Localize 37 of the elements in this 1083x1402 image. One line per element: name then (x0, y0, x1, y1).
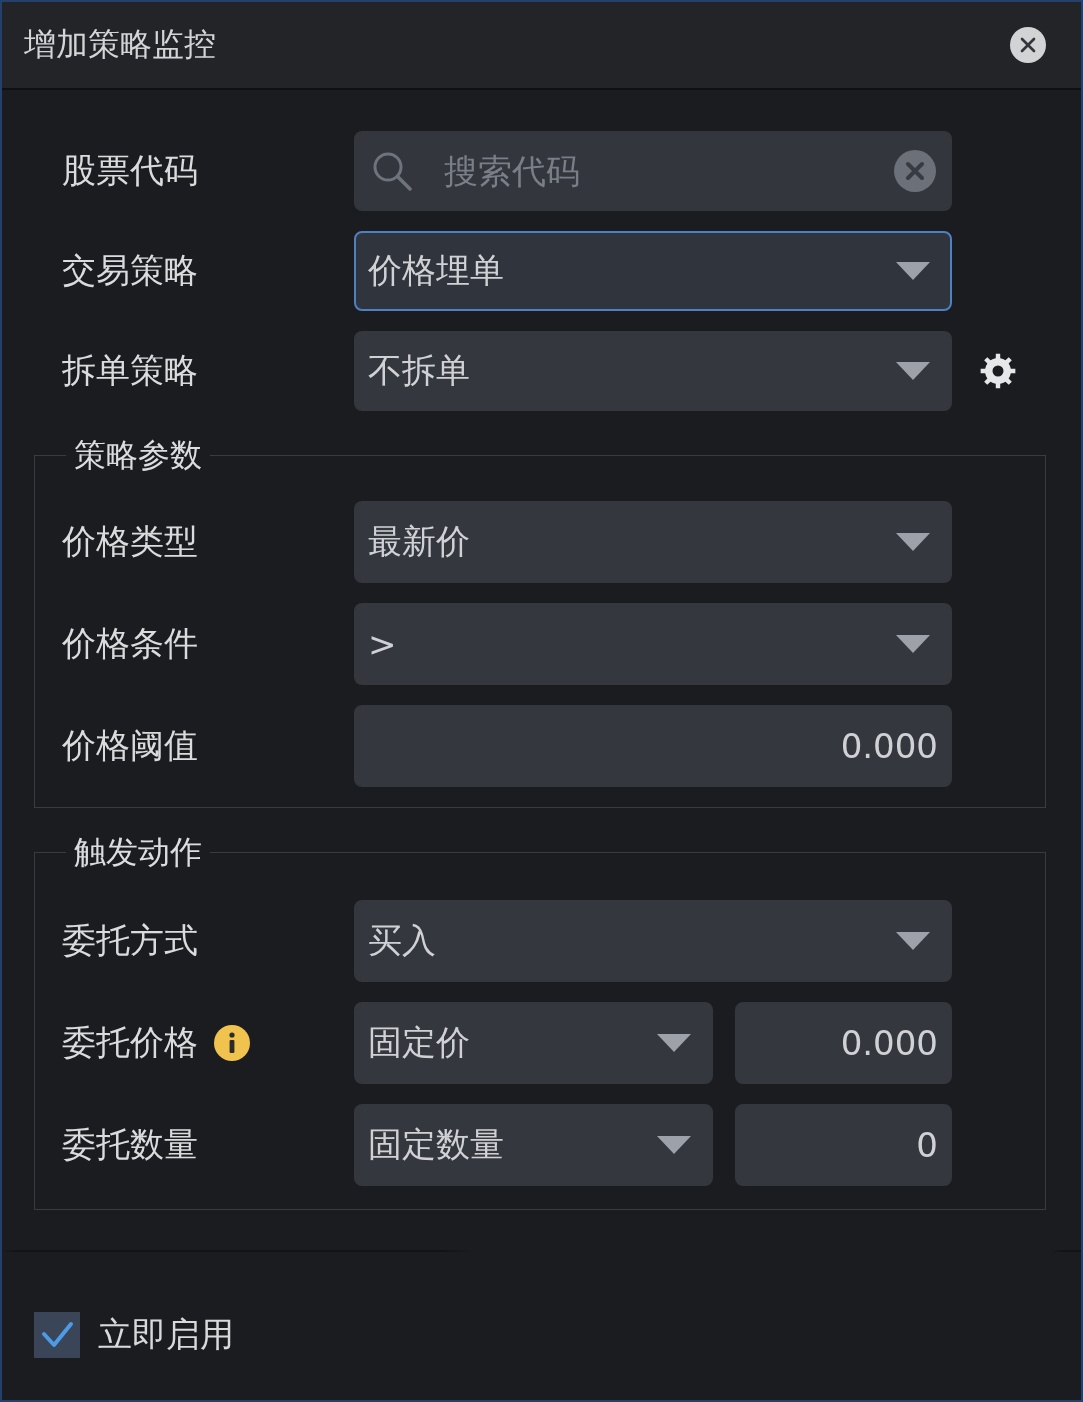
field-label: 价格类型 (62, 520, 198, 563)
dropdown[interactable]: 不拆单 (354, 331, 952, 411)
search-field[interactable]: 搜索代码 (354, 131, 952, 211)
caret-icon (896, 635, 930, 653)
dropdown[interactable]: > (354, 603, 952, 685)
close-icon[interactable] (1010, 27, 1046, 63)
field-label: 委托数量 (62, 1123, 198, 1166)
dropdown[interactable]: 固定价 (354, 1002, 713, 1084)
caret-icon (657, 1034, 691, 1052)
settings-icon[interactable] (980, 353, 1016, 389)
checkbox-label[interactable]: 立即启用 (98, 1312, 234, 1358)
number-field[interactable]: 0 (735, 1104, 952, 1186)
field-label: 委托方式 (62, 919, 198, 962)
window-title: 增加策略监控 (24, 24, 216, 65)
field-label: 股票代码 (62, 149, 198, 192)
field-label: 价格条件 (62, 622, 198, 665)
number-field[interactable]: 0.000 (354, 705, 952, 787)
group-title: 触发动作 (73, 832, 203, 872)
checkbox[interactable] (34, 1312, 80, 1358)
field-label: 价格阈值 (62, 724, 198, 767)
search-icon (372, 151, 412, 191)
caret-icon (896, 932, 930, 950)
clear-icon[interactable] (894, 150, 936, 192)
field-label: 委托价格 (62, 1021, 198, 1064)
field-label: 交易策略 (62, 249, 198, 292)
field-label: 拆单策略 (62, 349, 198, 392)
caret-icon (896, 362, 930, 380)
info-icon[interactable] (214, 1025, 250, 1061)
number-field[interactable]: 0.000 (735, 1002, 952, 1084)
caret-icon (896, 533, 930, 551)
dropdown[interactable]: 固定数量 (354, 1104, 713, 1186)
caret-icon (896, 262, 930, 280)
dropdown[interactable]: 最新价 (354, 501, 952, 583)
dropdown[interactable]: 价格埋单 (354, 231, 952, 311)
group-title: 策略参数 (73, 435, 203, 475)
caret-icon (657, 1136, 691, 1154)
dropdown[interactable]: 买入 (354, 900, 952, 982)
